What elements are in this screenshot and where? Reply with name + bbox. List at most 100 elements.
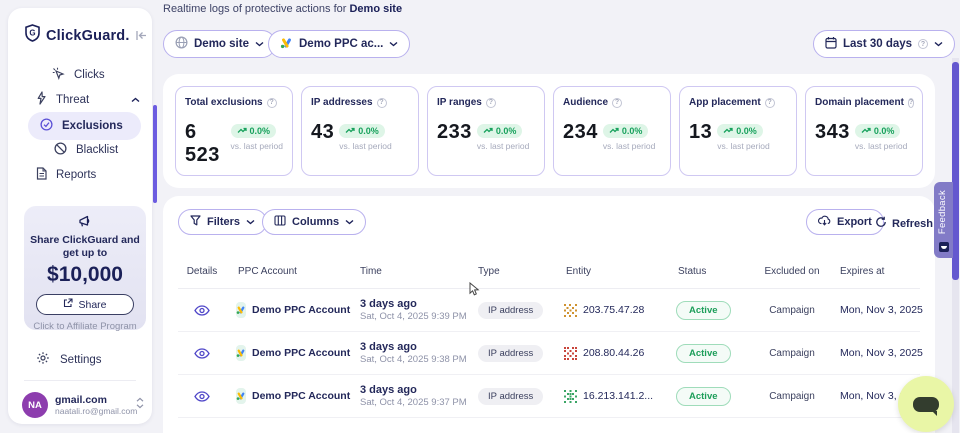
col-header-status: Status [660, 266, 756, 277]
status-cell: Active [660, 344, 756, 363]
promo-amount: $10,000 [24, 263, 146, 287]
stat-period: vs. last period [231, 141, 283, 151]
filters-button[interactable]: Filters [178, 209, 267, 235]
chevron-down-icon [345, 216, 354, 228]
entity-identicon [564, 304, 577, 317]
excluded-on-cell: Campaign [756, 305, 828, 316]
stat-label: IP addresses [311, 97, 373, 108]
sidebar-item-reports[interactable]: Reports [36, 167, 96, 183]
stat-label: App placement [689, 97, 761, 108]
file-icon [36, 167, 47, 183]
stat-card-app-placement: App placement 13 0.0% vs. last period [679, 86, 797, 176]
external-link-icon [63, 298, 73, 311]
type-badge: IP address [478, 345, 543, 362]
account-switcher[interactable]: NA gmail.com naatali.ro@gmail.com [22, 392, 144, 418]
sidebar-item-threat[interactable]: Threat [36, 91, 140, 108]
eye-icon [194, 391, 210, 402]
account-name: gmail.com [55, 394, 129, 406]
feedback-face-icon [939, 242, 949, 252]
select-chevrons-icon [136, 396, 144, 414]
table-row[interactable]: Demo PPC Account 3 days ago Sat, Oct 4, … [178, 289, 920, 332]
table-row[interactable]: Demo PPC Account 3 days ago Sat, Oct 4, … [178, 332, 920, 375]
status-badge: Active [676, 344, 731, 363]
entity-cell: 16.213.141.2... [550, 390, 660, 403]
entity-cell: 208.80.44.26 [550, 347, 660, 360]
status-cell: Active [660, 301, 756, 320]
sidebar-item-blacklist[interactable]: Blacklist [54, 142, 118, 158]
site-filter-dropdown[interactable]: Demo site [163, 30, 276, 58]
account-name: Demo PPC Account [252, 304, 350, 316]
ppc-account-filter-dropdown[interactable]: Demo PPC ac... [268, 30, 410, 58]
stat-label: Total exclusions [185, 97, 263, 108]
logs-table-panel: Filters Columns Export Refresh Details P… [163, 196, 935, 433]
sidebar-item-settings[interactable]: Settings [36, 351, 102, 368]
sidebar-scrollbar[interactable] [153, 105, 157, 203]
table-row[interactable]: Demo PPC Account 3 days ago Sat, Oct 4, … [178, 375, 920, 418]
time-absolute: Sat, Oct 4, 2025 9:38 PM [360, 354, 466, 365]
ppc-account-cell: Demo PPC Account [226, 388, 348, 404]
time-absolute: Sat, Oct 4, 2025 9:39 PM [360, 311, 466, 322]
type-badge: IP address [478, 302, 543, 319]
date-range-dropdown[interactable]: Last 30 days [813, 30, 955, 58]
stat-card-audience: Audience 234 0.0% vs. last period [553, 86, 671, 176]
subtitle-site-name: Demo site [349, 3, 402, 15]
feedback-tab[interactable]: Feedback [934, 182, 953, 258]
delta-badge: 0.0% [339, 124, 385, 138]
expires-at-cell: Mon, Nov 3, 2025 [828, 347, 920, 359]
refresh-icon [875, 216, 887, 231]
funnel-icon [190, 215, 201, 229]
details-eye-button[interactable] [178, 305, 226, 316]
megaphone-icon [77, 216, 93, 233]
excluded-on-cell: Campaign [756, 391, 828, 402]
status-cell: Active [660, 387, 756, 406]
entity-value: 208.80.44.26 [583, 347, 644, 359]
app-name: ClickGuard. [46, 28, 130, 44]
google-ads-icon [236, 388, 246, 404]
delta-badge: 0.0% [717, 124, 763, 138]
stat-value: 6 523 [185, 121, 226, 167]
ppc-filter-value: Demo PPC ac... [299, 38, 383, 50]
chat-launcher-button[interactable] [898, 376, 954, 432]
details-eye-button[interactable] [178, 391, 226, 402]
delta-badge: 0.0% [855, 124, 901, 138]
stat-card-ip-addresses: IP addresses 43 0.0% vs. last period [301, 86, 419, 176]
time-relative: 3 days ago [360, 384, 466, 396]
ban-icon [54, 142, 67, 158]
affiliate-promo-card[interactable]: Share ClickGuard and get up to $10,000 S… [24, 206, 146, 330]
status-badge: Active [676, 387, 731, 406]
trend-up-icon [483, 127, 493, 134]
subtitle-text: Realtime logs of protective actions for [163, 3, 349, 15]
shield-logo-icon: G [24, 24, 41, 47]
clicks-icon [52, 67, 65, 83]
export-button[interactable]: Export [806, 209, 884, 235]
promo-text-line2: get up to [24, 247, 146, 260]
account-name: Demo PPC Account [252, 347, 350, 359]
sidebar-item-label: Blacklist [76, 144, 118, 156]
columns-button[interactable]: Columns [262, 209, 366, 235]
page-scrollbar-thumb[interactable] [952, 62, 959, 280]
calendar-icon [825, 36, 837, 52]
details-eye-button[interactable] [178, 348, 226, 359]
col-header-details: Details [178, 266, 226, 278]
sidebar-item-clicks[interactable]: Clicks [52, 67, 105, 83]
stat-card-ip-ranges: IP ranges 233 0.0% vs. last period [427, 86, 545, 176]
stat-period: vs. last period [855, 141, 907, 151]
export-button-label: Export [837, 216, 872, 228]
columns-button-label: Columns [292, 216, 339, 228]
site-filter-value: Demo site [194, 38, 249, 50]
stat-value: 234 [563, 121, 598, 144]
help-icon [377, 98, 387, 108]
time-cell: 3 days ago Sat, Oct 4, 2025 9:39 PM [348, 298, 466, 322]
time-cell: 3 days ago Sat, Oct 4, 2025 9:37 PM [348, 384, 466, 408]
affiliate-link[interactable]: Click to Affiliate Program [24, 321, 146, 332]
sidebar-item-exclusions[interactable]: Exclusions [28, 112, 141, 140]
type-cell: IP address [466, 302, 550, 319]
help-icon [486, 98, 496, 108]
sidebar-collapse-icon[interactable] [135, 30, 148, 41]
delta-badge: 0.0% [603, 124, 649, 138]
refresh-button[interactable]: Refresh [875, 216, 933, 231]
eye-icon [194, 348, 210, 359]
share-button[interactable]: Share [36, 294, 134, 315]
chevron-down-icon [246, 216, 255, 228]
trend-up-icon [861, 127, 871, 134]
